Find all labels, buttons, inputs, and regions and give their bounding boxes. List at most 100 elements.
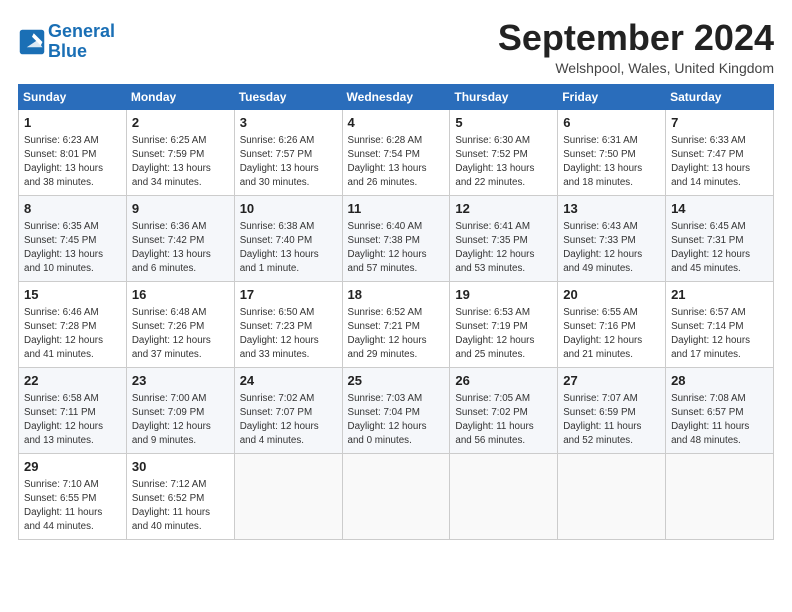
calendar-cell: 3 Sunrise: 6:26 AM Sunset: 7:57 PM Daylig… <box>234 109 342 195</box>
day-number: 9 <box>132 200 229 218</box>
weekday-header-monday: Monday <box>126 84 234 109</box>
calendar-week-row: 22Sunrise: 6:58 AM Sunset: 7:11 PM Dayli… <box>19 367 774 453</box>
calendar-cell: 25 Sunrise: 7:03 AM Sunset: 7:04 PM Dayli… <box>342 367 450 453</box>
weekday-header-wednesday: Wednesday <box>342 84 450 109</box>
calendar-cell: 17 Sunrise: 6:50 AM Sunset: 7:23 PM Dayli… <box>234 281 342 367</box>
day-info: Sunrise: 6:55 AM Sunset: 7:16 PM Dayligh… <box>563 306 660 363</box>
page: General Blue September 2024 Welshpool, W… <box>0 0 792 612</box>
calendar-cell: 24 Sunrise: 7:02 AM Sunset: 7:07 PM Dayli… <box>234 367 342 453</box>
day-info: Sunrise: 6:46 AM Sunset: 7:28 PM Dayligh… <box>24 306 121 363</box>
weekday-header-row: SundayMondayTuesdayWednesdayThursdayFrid… <box>19 84 774 109</box>
calendar-cell: 28 Sunrise: 7:08 AM Sunset: 6:57 PM Dayli… <box>666 367 774 453</box>
day-info: Sunrise: 7:12 AM Sunset: 6:52 PM Dayligh… <box>132 478 229 535</box>
calendar-cell: 22Sunrise: 6:58 AM Sunset: 7:11 PM Dayli… <box>19 367 127 453</box>
day-number: 17 <box>240 286 337 304</box>
day-info: Sunrise: 6:43 AM Sunset: 7:33 PM Dayligh… <box>563 220 660 277</box>
day-number: 23 <box>132 372 229 390</box>
calendar-cell: 16 Sunrise: 6:48 AM Sunset: 7:26 PM Dayli… <box>126 281 234 367</box>
day-number: 10 <box>240 200 337 218</box>
calendar-cell: 29 Sunrise: 7:10 AM Sunset: 6:55 PM Dayli… <box>19 453 127 539</box>
calendar-cell <box>558 453 666 539</box>
day-info: Sunrise: 6:57 AM Sunset: 7:14 PM Dayligh… <box>671 306 768 363</box>
day-info: Sunrise: 6:48 AM Sunset: 7:26 PM Dayligh… <box>132 306 229 363</box>
calendar-week-row: 8Sunrise: 6:35 AM Sunset: 7:45 PM Daylig… <box>19 195 774 281</box>
weekday-header-thursday: Thursday <box>450 84 558 109</box>
day-number: 18 <box>348 286 445 304</box>
day-number: 3 <box>240 114 337 132</box>
calendar-cell <box>342 453 450 539</box>
calendar-cell: 21 Sunrise: 6:57 AM Sunset: 7:14 PM Dayli… <box>666 281 774 367</box>
month-title: September 2024 <box>498 18 774 58</box>
header: General Blue September 2024 Welshpool, W… <box>18 18 774 76</box>
day-number: 13 <box>563 200 660 218</box>
calendar-cell: 2 Sunrise: 6:25 AM Sunset: 7:59 PM Daylig… <box>126 109 234 195</box>
day-info: Sunrise: 6:26 AM Sunset: 7:57 PM Dayligh… <box>240 134 337 191</box>
day-number: 25 <box>348 372 445 390</box>
logo-line2: Blue <box>48 41 87 61</box>
calendar-cell: 6 Sunrise: 6:31 AM Sunset: 7:50 PM Daylig… <box>558 109 666 195</box>
day-info: Sunrise: 6:25 AM Sunset: 7:59 PM Dayligh… <box>132 134 229 191</box>
day-info: Sunrise: 7:02 AM Sunset: 7:07 PM Dayligh… <box>240 392 337 449</box>
calendar-cell: 9 Sunrise: 6:36 AM Sunset: 7:42 PM Daylig… <box>126 195 234 281</box>
weekday-header-friday: Friday <box>558 84 666 109</box>
day-info: Sunrise: 6:36 AM Sunset: 7:42 PM Dayligh… <box>132 220 229 277</box>
location-subtitle: Welshpool, Wales, United Kingdom <box>498 60 774 76</box>
calendar-cell: 14 Sunrise: 6:45 AM Sunset: 7:31 PM Dayli… <box>666 195 774 281</box>
logo-icon <box>18 28 46 56</box>
day-info: Sunrise: 6:50 AM Sunset: 7:23 PM Dayligh… <box>240 306 337 363</box>
day-number: 6 <box>563 114 660 132</box>
calendar-cell: 1 Sunrise: 6:23 AM Sunset: 8:01 PM Daylig… <box>19 109 127 195</box>
weekday-header-tuesday: Tuesday <box>234 84 342 109</box>
calendar-cell: 11 Sunrise: 6:40 AM Sunset: 7:38 PM Dayli… <box>342 195 450 281</box>
day-info: Sunrise: 6:53 AM Sunset: 7:19 PM Dayligh… <box>455 306 552 363</box>
calendar-cell: 20Sunrise: 6:55 AM Sunset: 7:16 PM Dayli… <box>558 281 666 367</box>
day-info: Sunrise: 6:40 AM Sunset: 7:38 PM Dayligh… <box>348 220 445 277</box>
calendar-cell <box>666 453 774 539</box>
day-number: 22 <box>24 372 121 390</box>
day-info: Sunrise: 7:10 AM Sunset: 6:55 PM Dayligh… <box>24 478 121 535</box>
day-number: 29 <box>24 458 121 476</box>
day-info: Sunrise: 7:00 AM Sunset: 7:09 PM Dayligh… <box>132 392 229 449</box>
day-number: 14 <box>671 200 768 218</box>
calendar-cell: 5 Sunrise: 6:30 AM Sunset: 7:52 PM Daylig… <box>450 109 558 195</box>
calendar-cell: 27Sunrise: 7:07 AM Sunset: 6:59 PM Dayli… <box>558 367 666 453</box>
day-number: 7 <box>671 114 768 132</box>
day-info: Sunrise: 7:03 AM Sunset: 7:04 PM Dayligh… <box>348 392 445 449</box>
day-number: 11 <box>348 200 445 218</box>
day-number: 15 <box>24 286 121 304</box>
day-number: 4 <box>348 114 445 132</box>
calendar-cell: 10 Sunrise: 6:38 AM Sunset: 7:40 PM Dayli… <box>234 195 342 281</box>
calendar-cell <box>450 453 558 539</box>
day-info: Sunrise: 6:38 AM Sunset: 7:40 PM Dayligh… <box>240 220 337 277</box>
day-info: Sunrise: 6:33 AM Sunset: 7:47 PM Dayligh… <box>671 134 768 191</box>
day-number: 8 <box>24 200 121 218</box>
day-number: 28 <box>671 372 768 390</box>
calendar-week-row: 1 Sunrise: 6:23 AM Sunset: 8:01 PM Daylig… <box>19 109 774 195</box>
calendar-cell: 23 Sunrise: 7:00 AM Sunset: 7:09 PM Dayli… <box>126 367 234 453</box>
day-number: 27 <box>563 372 660 390</box>
logo-line1: General <box>48 21 115 41</box>
weekday-header-sunday: Sunday <box>19 84 127 109</box>
day-number: 21 <box>671 286 768 304</box>
calendar-cell <box>234 453 342 539</box>
day-number: 19 <box>455 286 552 304</box>
day-info: Sunrise: 6:23 AM Sunset: 8:01 PM Dayligh… <box>24 134 121 191</box>
calendar-table: SundayMondayTuesdayWednesdayThursdayFrid… <box>18 84 774 540</box>
day-info: Sunrise: 6:30 AM Sunset: 7:52 PM Dayligh… <box>455 134 552 191</box>
day-number: 12 <box>455 200 552 218</box>
day-info: Sunrise: 6:45 AM Sunset: 7:31 PM Dayligh… <box>671 220 768 277</box>
day-number: 24 <box>240 372 337 390</box>
day-number: 30 <box>132 458 229 476</box>
day-info: Sunrise: 7:05 AM Sunset: 7:02 PM Dayligh… <box>455 392 552 449</box>
day-info: Sunrise: 6:31 AM Sunset: 7:50 PM Dayligh… <box>563 134 660 191</box>
weekday-header-saturday: Saturday <box>666 84 774 109</box>
calendar-cell: 18 Sunrise: 6:52 AM Sunset: 7:21 PM Dayli… <box>342 281 450 367</box>
day-number: 16 <box>132 286 229 304</box>
day-number: 5 <box>455 114 552 132</box>
day-number: 1 <box>24 114 121 132</box>
day-info: Sunrise: 7:08 AM Sunset: 6:57 PM Dayligh… <box>671 392 768 449</box>
day-info: Sunrise: 6:52 AM Sunset: 7:21 PM Dayligh… <box>348 306 445 363</box>
day-number: 2 <box>132 114 229 132</box>
calendar-cell: 30 Sunrise: 7:12 AM Sunset: 6:52 PM Dayli… <box>126 453 234 539</box>
logo: General Blue <box>18 22 115 62</box>
